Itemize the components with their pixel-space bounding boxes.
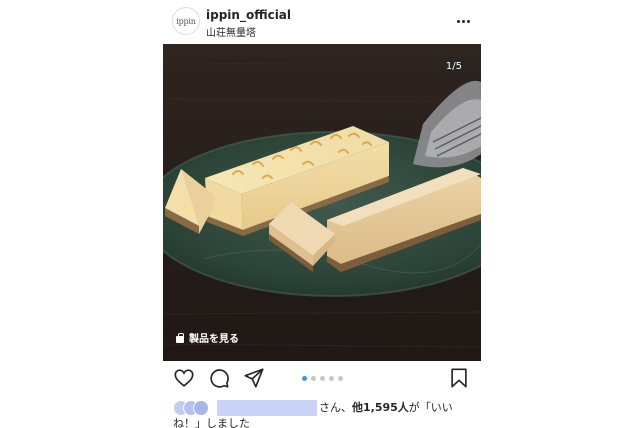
avatar-logo-text: ippin (176, 16, 196, 26)
carousel-dot (338, 376, 343, 381)
shopping-bag-icon (175, 332, 185, 343)
likes-suffix: が「いい (408, 401, 453, 414)
cheesecake-photo (163, 44, 481, 361)
comment-icon[interactable] (208, 367, 230, 389)
instagram-post: ippin ippin_official 山荘無量塔 1/5 製品を見る さん、… (163, 0, 481, 428)
carousel-counter: 1/5 (438, 58, 469, 75)
share-icon[interactable] (243, 367, 265, 389)
more-options-icon[interactable] (455, 14, 471, 28)
likes-text-line2: ね！」しました (173, 417, 250, 428)
carousel-dot (329, 376, 334, 381)
carousel-dots (302, 376, 343, 381)
post-header: ippin ippin_official 山荘無量塔 (163, 0, 481, 44)
heart-icon[interactable] (173, 367, 195, 389)
carousel-dot (302, 376, 307, 381)
username[interactable]: ippin_official (206, 8, 291, 22)
likes-prefix: さん、 (319, 401, 352, 414)
likes-text-line1: さん、他1,595人が「いい (319, 399, 453, 416)
view-products-label: 製品を見る (189, 334, 239, 345)
carousel-dot (311, 376, 316, 381)
liker-avatars (173, 400, 217, 416)
post-image[interactable]: 1/5 製品を見る (163, 44, 481, 361)
likes-count[interactable]: 他1,595人 (352, 401, 409, 414)
bookmark-icon[interactable] (448, 367, 470, 389)
carousel-dot (320, 376, 325, 381)
avatar (193, 400, 209, 416)
location[interactable]: 山荘無量塔 (206, 24, 256, 39)
redacted-username (217, 400, 317, 416)
avatar[interactable]: ippin (172, 7, 200, 35)
action-bar (163, 362, 481, 394)
view-products-button[interactable]: 製品を見る (175, 330, 239, 345)
